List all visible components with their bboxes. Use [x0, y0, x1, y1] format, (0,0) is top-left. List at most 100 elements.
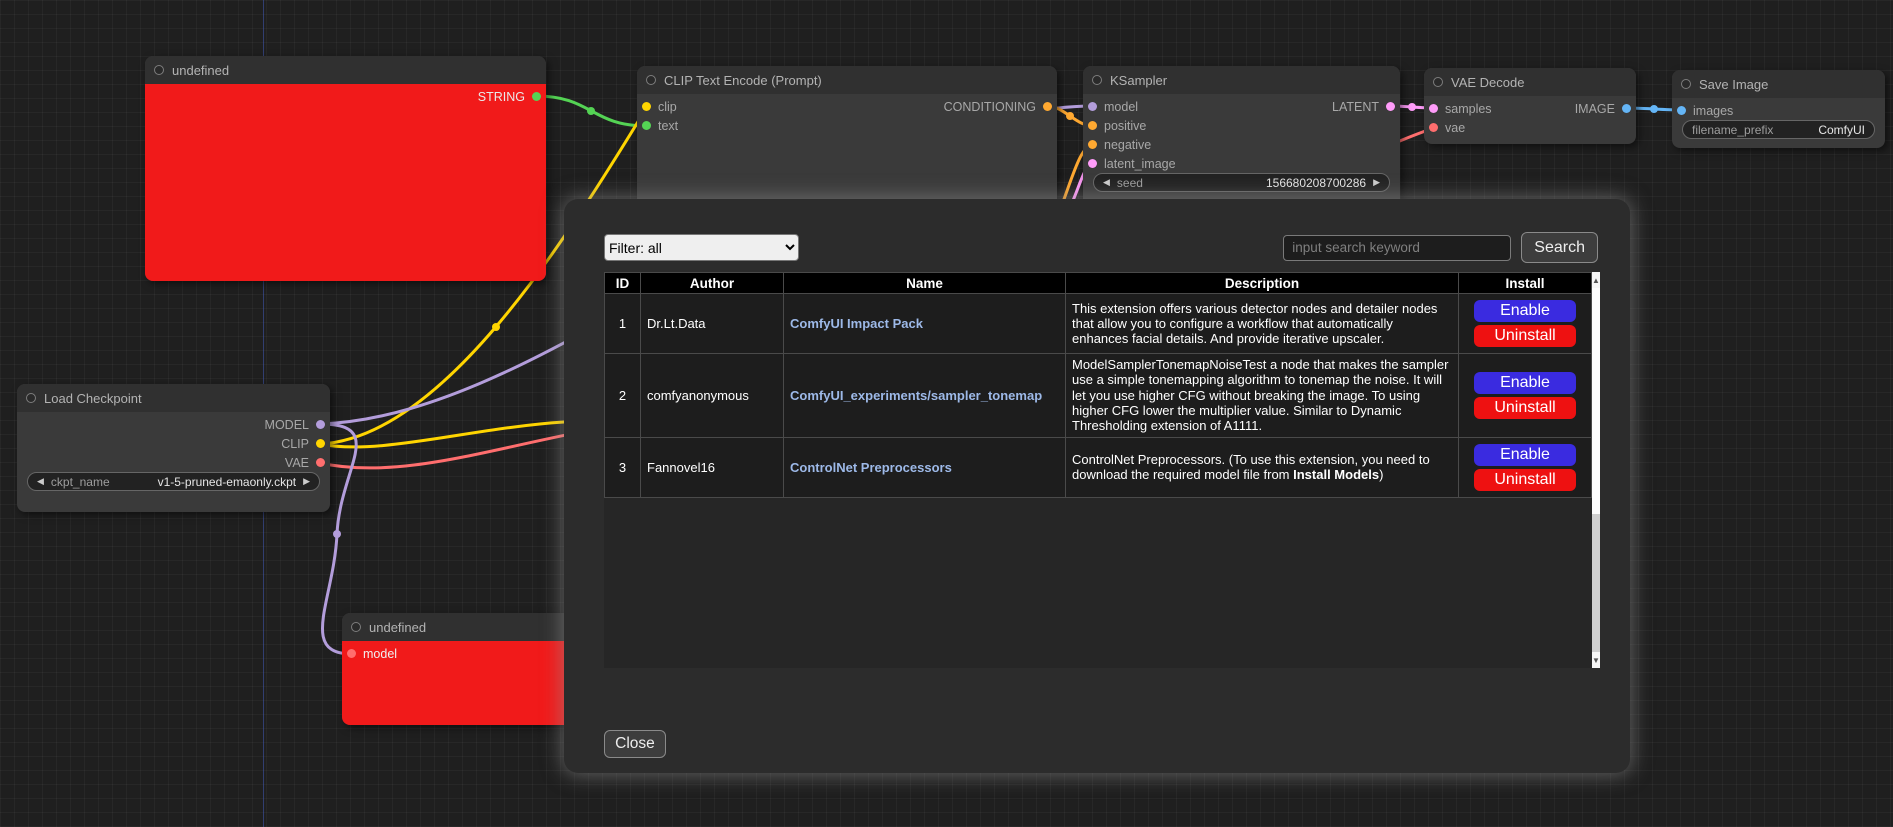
- slot-label: VAE: [285, 456, 309, 470]
- slot-dot-latent[interactable]: [1386, 102, 1395, 111]
- node-title: CLIP Text Encode (Prompt): [664, 73, 822, 88]
- slot-dot-clip[interactable]: [642, 102, 651, 111]
- slot-label: IMAGE: [1575, 102, 1615, 116]
- slot-dot-samples[interactable]: [1429, 104, 1438, 113]
- slot-label: CONDITIONING: [944, 100, 1036, 114]
- cell-id: 3: [605, 437, 641, 497]
- header-id: ID: [605, 273, 641, 294]
- search-input[interactable]: [1283, 235, 1511, 261]
- enable-button[interactable]: Enable: [1474, 372, 1576, 394]
- slot-dot-model[interactable]: [316, 420, 325, 429]
- input-slot-positive: positive: [1083, 116, 1176, 135]
- node-title-bar[interactable]: Save Image: [1672, 70, 1885, 98]
- uninstall-button[interactable]: Uninstall: [1474, 397, 1576, 419]
- extension-link[interactable]: ComfyUI Impact Pack: [790, 316, 923, 331]
- slot-dot-image[interactable]: [1622, 104, 1631, 113]
- description-bold: Install Models: [1293, 467, 1379, 482]
- input-slot-vae: vae: [1424, 118, 1492, 137]
- widget-value: ComfyUI: [1818, 123, 1865, 137]
- extension-link[interactable]: ControlNet Preprocessors: [790, 460, 952, 475]
- slot-dot-latent-image[interactable]: [1088, 159, 1097, 168]
- scroll-up-icon[interactable]: ▲: [1592, 272, 1600, 288]
- description-after: ): [1379, 467, 1383, 482]
- widget-ckpt-name[interactable]: ◀ ckpt_name v1-5-pruned-emaonly.ckpt ▶: [27, 472, 320, 491]
- slot-dot-vae[interactable]: [316, 458, 325, 467]
- filter-select[interactable]: Filter: all: [604, 234, 799, 261]
- output-slot-clip: CLIP: [265, 434, 330, 453]
- output-slot-conditioning: CONDITIONING: [944, 97, 1057, 116]
- widget-arrow-right-icon[interactable]: ▶: [303, 477, 310, 486]
- cell-author: Fannovel16: [641, 437, 784, 497]
- table-row: 3 Fannovel16 ControlNet Preprocessors Co…: [605, 437, 1592, 497]
- slot-label: latent_image: [1104, 157, 1176, 171]
- slot-dot-positive[interactable]: [1088, 121, 1097, 130]
- widget-arrow-right-icon[interactable]: ▶: [1373, 178, 1380, 187]
- enable-button[interactable]: Enable: [1474, 444, 1576, 466]
- slot-dot-images[interactable]: [1677, 106, 1686, 115]
- enable-button[interactable]: Enable: [1474, 300, 1576, 322]
- input-slot-model: model: [1083, 97, 1176, 116]
- uninstall-button[interactable]: Uninstall: [1474, 325, 1576, 347]
- collapse-dot[interactable]: [26, 393, 36, 403]
- node-undefined-top[interactable]: undefined STRING: [145, 56, 546, 281]
- wire-dot-latent: [1408, 103, 1416, 111]
- slot-dot-clip[interactable]: [316, 439, 325, 448]
- wire-dot-image: [1650, 105, 1658, 113]
- header-author: Author: [641, 273, 784, 294]
- input-slot-negative: negative: [1083, 135, 1176, 154]
- uninstall-button[interactable]: Uninstall: [1474, 469, 1576, 491]
- collapse-dot[interactable]: [646, 75, 656, 85]
- widget-filename-prefix[interactable]: filename_prefix ComfyUI: [1682, 120, 1875, 139]
- header-install: Install: [1459, 273, 1592, 294]
- slot-dot-vae[interactable]: [1429, 123, 1438, 132]
- scroll-track[interactable]: [1592, 288, 1600, 652]
- widget-arrow-left-icon[interactable]: ◀: [37, 477, 44, 486]
- slot-dot-model[interactable]: [1088, 102, 1097, 111]
- slot-dot-conditioning[interactable]: [1043, 102, 1052, 111]
- search-button[interactable]: Search: [1521, 232, 1598, 263]
- wire-string-to-text: [536, 96, 647, 126]
- node-save-image[interactable]: Save Image images filename_prefix ComfyU…: [1672, 70, 1885, 148]
- slot-dot-string[interactable]: [532, 92, 541, 101]
- node-title-bar[interactable]: VAE Decode: [1424, 68, 1636, 96]
- description-text: This extension offers various detector n…: [1072, 301, 1437, 347]
- scroll-thumb[interactable]: [1592, 288, 1600, 514]
- slot-label: samples: [1445, 102, 1492, 116]
- node-canvas[interactable]: undefined STRING CLIP Text Encode (Promp…: [0, 0, 1893, 827]
- table-header-row: ID Author Name Description Install: [605, 273, 1592, 294]
- node-vae-decode[interactable]: VAE Decode samples vae IMAGE: [1424, 68, 1636, 144]
- slot-label: CLIP: [281, 437, 309, 451]
- node-title: undefined: [369, 620, 426, 635]
- node-load-checkpoint[interactable]: Load Checkpoint MODEL CLIP VAE ◀ ckpt_na…: [17, 384, 330, 512]
- slot-label: vae: [1445, 121, 1465, 135]
- table-scrollbar[interactable]: ▲ ▼: [1592, 272, 1600, 668]
- slot-label: clip: [658, 100, 677, 114]
- node-title-bar[interactable]: KSampler: [1083, 66, 1400, 94]
- scroll-down-icon[interactable]: ▼: [1592, 652, 1600, 668]
- node-title-bar[interactable]: undefined: [145, 56, 546, 84]
- widget-arrow-left-icon[interactable]: ◀: [1103, 178, 1110, 187]
- wire-dot-string: [587, 107, 595, 115]
- node-title: Load Checkpoint: [44, 391, 142, 406]
- collapse-dot[interactable]: [154, 65, 164, 75]
- description-text: ModelSamplerTonemapNoiseTest a node that…: [1072, 357, 1448, 433]
- header-name: Name: [784, 273, 1066, 294]
- output-slot-string: STRING: [478, 87, 546, 106]
- output-slot-image: IMAGE: [1575, 99, 1636, 118]
- node-clip-text-encode[interactable]: CLIP Text Encode (Prompt) clip text COND…: [637, 66, 1057, 216]
- collapse-dot[interactable]: [1092, 75, 1102, 85]
- node-title-bar[interactable]: Load Checkpoint: [17, 384, 330, 412]
- widget-seed[interactable]: ◀ seed 156680208700286 ▶: [1093, 173, 1390, 192]
- collapse-dot[interactable]: [351, 622, 361, 632]
- slot-dot-negative[interactable]: [1088, 140, 1097, 149]
- node-title-bar[interactable]: CLIP Text Encode (Prompt): [637, 66, 1057, 94]
- slot-dot-model[interactable]: [347, 649, 356, 658]
- error-node-body: [145, 84, 546, 281]
- collapse-dot[interactable]: [1433, 77, 1443, 87]
- slot-dot-text[interactable]: [642, 121, 651, 130]
- close-button[interactable]: Close: [604, 730, 666, 758]
- wire-dot-model: [333, 530, 341, 538]
- widget-label: seed: [1117, 176, 1143, 190]
- extension-link[interactable]: ComfyUI_experiments/sampler_tonemap: [790, 388, 1042, 403]
- collapse-dot[interactable]: [1681, 79, 1691, 89]
